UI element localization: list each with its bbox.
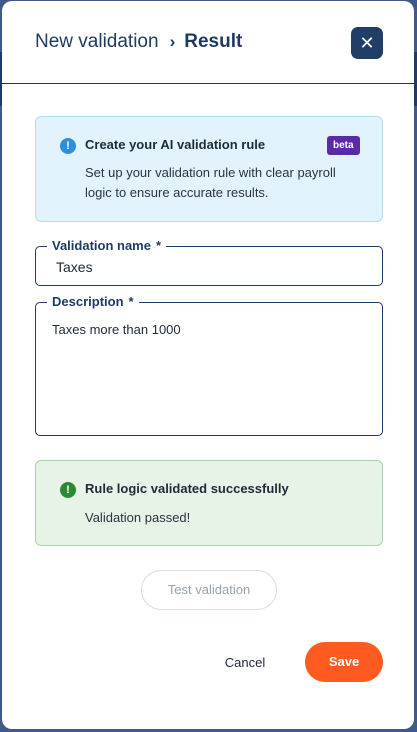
- info-description: Set up your validation rule with clear p…: [85, 165, 336, 200]
- info-icon: !: [60, 138, 76, 154]
- dialog-header: New validation › Result ✕: [2, 1, 414, 84]
- required-marker: *: [128, 294, 134, 309]
- info-title: Create your AI validation rule: [85, 137, 266, 152]
- validation-name-label-text: Validation name: [52, 238, 151, 253]
- cancel-button[interactable]: Cancel: [214, 643, 276, 683]
- validation-name-field[interactable]: Validation name * Taxes: [35, 238, 383, 286]
- test-validation-button[interactable]: Test validation: [141, 570, 277, 610]
- save-button[interactable]: Save: [305, 642, 383, 682]
- breadcrumb: New validation › Result: [35, 31, 242, 53]
- description-field[interactable]: Description * Taxes more than 1000: [35, 294, 383, 436]
- breadcrumb-current: Result: [184, 31, 243, 52]
- close-icon: ✕: [359, 33, 375, 53]
- breadcrumb-parent[interactable]: New validation: [35, 31, 159, 53]
- info-banner: ! Create your AI validation rule beta Se…: [35, 116, 383, 222]
- validation-name-input[interactable]: Taxes: [56, 259, 93, 275]
- new-validation-dialog: New validation › Result ✕ ! Create your …: [2, 1, 414, 729]
- close-button[interactable]: ✕: [351, 27, 383, 59]
- validation-name-label: Validation name *: [47, 238, 167, 253]
- chevron-right-icon: ›: [169, 32, 176, 51]
- description-label: Description *: [47, 294, 139, 309]
- required-marker: *: [155, 238, 162, 253]
- success-icon: !: [60, 482, 76, 498]
- validation-success-banner: ! Rule logic validated successfully Vali…: [35, 460, 383, 546]
- beta-badge: beta: [327, 136, 360, 155]
- success-message: Validation passed!: [85, 510, 191, 525]
- description-label-text: Description: [52, 294, 124, 309]
- description-textarea[interactable]: Taxes more than 1000: [52, 322, 181, 337]
- success-title: Rule logic validated successfully: [85, 481, 289, 496]
